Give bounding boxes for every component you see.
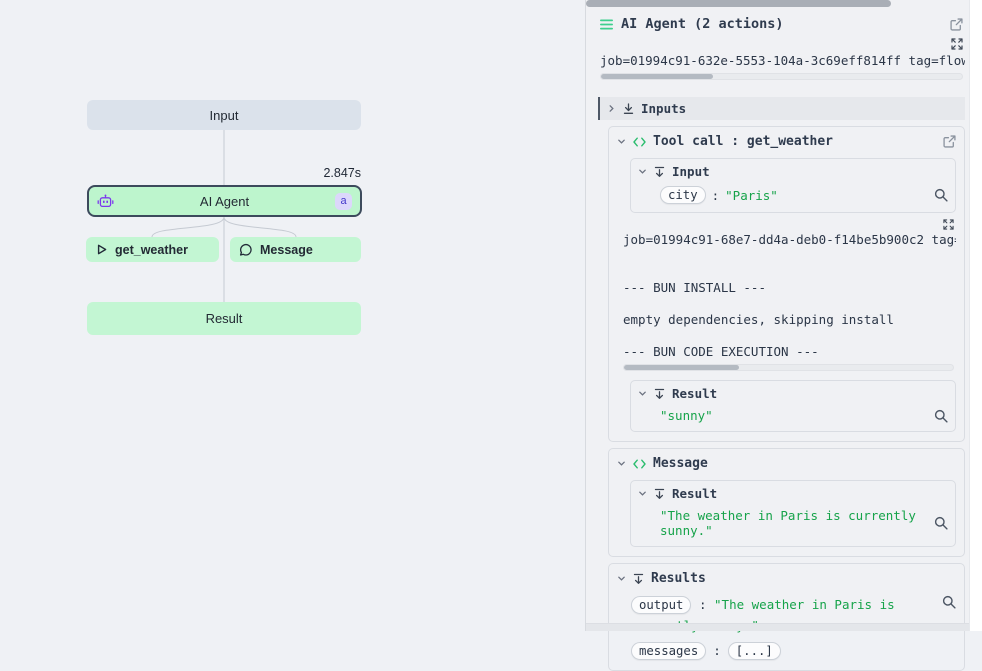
agent-badge[interactable]: a [335,193,352,210]
expand-icon[interactable] [943,219,954,230]
input-city-row: city : "Paris" [660,186,948,204]
agent-steps-icon [600,19,613,30]
magnifier-icon[interactable] [934,409,948,423]
input-city-value: "Paris" [725,188,778,203]
message-result-label: Result [672,486,717,501]
play-icon [95,243,108,256]
vertical-scrollbar-track[interactable] [969,0,982,631]
key-badge-output: output [631,596,691,614]
chevron-right-icon [607,104,616,113]
result-node-label: Result [206,311,243,326]
key-badge-messages: messages [631,642,706,660]
flow-node-input[interactable]: Input [87,100,361,130]
code-icon [633,137,646,147]
get-weather-node-label: get_weather [115,243,188,257]
arrow-down-from-bar-icon [654,166,665,178]
tool-call-header[interactable]: Tool call : get_weather [617,134,956,149]
tool-input-label: Input [672,164,710,179]
tool-result-value: "sunny" [660,408,713,423]
agent-duration-label: 2.847s [87,166,361,180]
download-icon [623,103,634,115]
message-result-row: "The weather in Paris is currently sunny… [660,508,948,538]
results-header[interactable]: Results [617,571,956,586]
magnifier-icon[interactable] [934,188,948,202]
expand-icon[interactable] [951,38,963,50]
chevron-down-icon [617,574,626,583]
tool-result-header[interactable]: Result [638,386,948,401]
arrow-down-from-bar-icon [654,388,665,400]
magnifier-icon[interactable] [934,516,948,530]
message-title: Message [653,456,708,471]
job-id-line: job=01994c91-632e-5553-104a-3c69eff814ff… [600,53,965,68]
arrow-down-from-bar-icon [633,573,644,585]
flow-canvas[interactable]: Input 2.847s AI Agent a get_weather [0,0,586,631]
colon-separator: : [712,188,720,203]
message-result-header[interactable]: Result [638,486,948,501]
chevron-down-icon [638,167,647,176]
magnifier-icon[interactable] [942,595,956,609]
panel-header: AI Agent (2 actions) [598,14,965,32]
inputs-section-label: Inputs [641,101,686,116]
message-result-value: "The weather in Paris is currently sunny… [660,508,928,538]
open-in-new-icon[interactable] [943,135,956,148]
tool-result-section: Result "sunny" [630,380,956,432]
tool-call-title: Tool call : get_weather [653,134,833,149]
flow-node-message[interactable]: Message [230,237,361,262]
inputs-section-header[interactable]: Inputs [598,97,965,120]
job-progress-bar [600,73,963,80]
tool-result-label: Result [672,386,717,401]
tool-call-log: job=01994c91-68e7-dd4a-deb0-f14be5b900c2… [623,232,956,360]
arrow-down-from-bar-icon [654,488,665,500]
flow-node-get-weather[interactable]: get_weather [86,237,219,262]
chevron-down-icon [638,389,647,398]
details-panel: AI Agent (2 actions) job=01994c91-632e [586,0,982,631]
results-messages-row: messages : [...] [631,640,956,661]
message-node-label: Message [260,243,313,257]
top-horizontal-scrollbar[interactable] [586,0,969,8]
message-section: Message Result "The weather in Paris is [608,448,965,557]
tool-job-progress-bar [623,364,954,371]
flow-node-result[interactable]: Result [87,302,361,335]
chevron-down-icon [617,137,626,146]
key-badge-city: city [660,186,706,204]
robot-icon [97,194,114,209]
colon-separator: : [713,640,721,661]
panel-title: AI Agent (2 actions) [621,16,784,32]
input-node-label: Input [210,108,239,123]
tool-input-section: Input city : "Paris" [630,158,956,213]
message-header[interactable]: Message [617,456,956,471]
flow-node-ai-agent[interactable]: AI Agent a [87,185,362,217]
code-icon [633,459,646,469]
messages-collapsed-value[interactable]: [...] [728,642,781,660]
results-title: Results [651,571,706,586]
tool-call-section: Tool call : get_weather [608,126,965,442]
colon-separator: : [699,597,707,612]
chevron-down-icon [638,489,647,498]
open-in-new-icon[interactable] [950,18,963,31]
agent-node-label: AI Agent [114,194,335,209]
scrollbar-thumb[interactable] [586,0,891,7]
bottom-scrollbar-track[interactable] [586,623,969,631]
tool-result-row: "sunny" [660,408,948,423]
message-result-section: Result "The weather in Paris is currentl… [630,480,956,547]
panel-content: AI Agent (2 actions) job=01994c91-632e [586,8,969,623]
results-section: Results output : "The weather in Paris i… [608,563,965,671]
chat-bubble-icon [239,243,253,257]
chevron-down-icon [617,459,626,468]
tool-input-header[interactable]: Input [638,164,948,179]
